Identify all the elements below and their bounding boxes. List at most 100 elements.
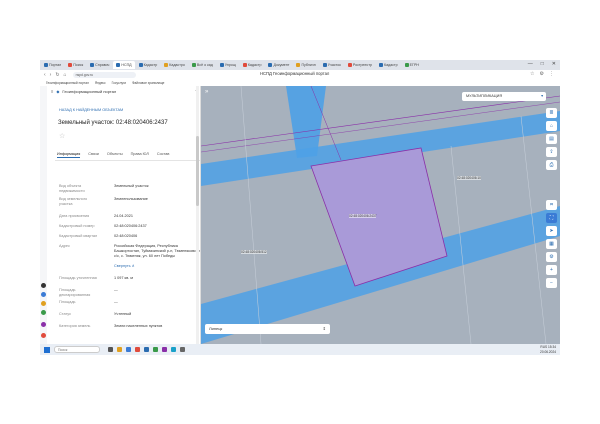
tab-favicon-icon: [164, 63, 169, 67]
tab-links[interactable]: Связи: [88, 152, 99, 158]
browser-tab[interactable]: Документ: [265, 61, 292, 69]
bookmark-item[interactable]: Файловое хранилище: [132, 81, 164, 85]
home-icon[interactable]: ⌂: [546, 121, 557, 131]
browser-tab[interactable]: Поиск: [65, 61, 86, 69]
base-layer-select[interactable]: Липецк ⇕: [205, 324, 330, 334]
browser-tab[interactable]: Кадастр: [136, 61, 161, 69]
object-info-panel: ≡ ◆ Геоинформационный портал ‹ НАЗАД К Н…: [47, 86, 201, 344]
browser-tab[interactable]: Упрощ: [217, 61, 239, 69]
telegram-app-icon[interactable]: [171, 347, 176, 352]
sidebar-app-icon[interactable]: [41, 322, 46, 327]
tab-favicon-icon: [378, 63, 383, 67]
portal-logo-icon: ◆: [56, 89, 60, 94]
tab-divider: [55, 160, 200, 161]
taskbar-search[interactable]: Поиск: [54, 346, 100, 353]
url-input[interactable]: nspd.gov.ru: [72, 71, 136, 78]
system-tray[interactable]: RUS 15:34 20.06.2024: [540, 345, 556, 354]
map-mode-select[interactable]: МУЛЬТИПЛИКАЦИЯ ▾: [462, 92, 546, 101]
star-icon[interactable]: ☆: [530, 71, 534, 77]
browser-tab[interactable]: Кадастро: [161, 61, 188, 69]
tab-objects[interactable]: Объекты: [107, 152, 123, 158]
browser-app-icon[interactable]: [126, 347, 131, 352]
tab-label: Кадастро: [169, 63, 185, 67]
layers-icon[interactable]: ≣: [546, 108, 557, 118]
app-icon[interactable]: [180, 347, 185, 352]
zoom-in-icon[interactable]: +: [546, 265, 557, 275]
info-key: Площадь: [59, 300, 76, 304]
browser-tab[interactable]: Всё о кад: [189, 61, 216, 69]
tab-favicon-icon: [219, 63, 224, 67]
browser-tab[interactable]: Кадастр: [240, 61, 265, 69]
back-icon[interactable]: ‹: [44, 72, 46, 78]
maximize-button[interactable]: □: [541, 61, 544, 67]
page-title: НСПД Геоинформационный портал: [260, 71, 330, 76]
app-icon[interactable]: [162, 347, 167, 352]
browser-tab[interactable]: Ростреестр: [345, 61, 375, 69]
windows-start-icon[interactable]: [44, 346, 50, 353]
map-mode-value: МУЛЬТИПЛИКАЦИЯ: [466, 94, 503, 98]
minimize-button[interactable]: —: [528, 61, 533, 67]
bookmark-item[interactable]: Геоинформационный портал: [46, 81, 89, 85]
tab-label: Участок: [327, 63, 341, 67]
print-icon[interactable]: ⎙: [546, 160, 557, 170]
settings-icon[interactable]: ⚙: [546, 252, 557, 262]
share-icon[interactable]: ⇪: [546, 147, 557, 157]
browser-tab[interactable]: Публичн: [293, 61, 318, 69]
legend-icon[interactable]: ▤: [546, 134, 557, 144]
sidebar-app-icon[interactable]: [41, 283, 46, 288]
tab-label: Ростреестр: [352, 63, 372, 67]
taskbar-apps: [108, 347, 185, 352]
sidebar-app-icon[interactable]: [41, 310, 46, 315]
browser-tab[interactable]: Кадастр: [376, 61, 401, 69]
browser-tab[interactable]: Справоч: [87, 61, 112, 69]
info-key: Категория земель: [59, 324, 91, 328]
tab-favicon-icon: [191, 63, 196, 67]
browser-tab[interactable]: НСПД: [113, 61, 135, 69]
bookmark-item[interactable]: Госуслуги: [112, 81, 126, 85]
locate-icon[interactable]: ➤: [546, 226, 557, 236]
info-value: 1 097 кв. м: [114, 276, 133, 280]
tab-label: Кадастр: [383, 63, 398, 67]
close-window-button[interactable]: ✕: [552, 61, 556, 67]
back-to-results-link[interactable]: НАЗАД К НАЙДЕННЫМ ОБЪЕКТАМ: [59, 108, 123, 112]
sidebar-app-icon[interactable]: [41, 333, 46, 338]
extensions-icon[interactable]: ⚙: [540, 71, 544, 77]
map-view[interactable]: 02:48:020406:2437 02:48:020406:512 02:48…: [201, 86, 560, 344]
file-explorer-icon[interactable]: [117, 347, 122, 352]
forward-icon[interactable]: ›: [50, 72, 52, 78]
tab-rights[interactable]: Права ЮЛ: [131, 152, 149, 158]
tab-label: Поиск: [73, 63, 84, 67]
tab-favicon-icon: [296, 63, 301, 67]
sidebar-app-icon[interactable]: [41, 301, 46, 306]
legend-panel-icon[interactable]: ▦: [546, 239, 557, 249]
home-icon[interactable]: ⌂: [64, 72, 67, 78]
info-value: Учтенный: [114, 312, 132, 316]
word-app-icon[interactable]: [144, 347, 149, 352]
fullscreen-icon[interactable]: ⛶: [546, 213, 557, 223]
excel-app-icon[interactable]: [153, 347, 158, 352]
yandex-app-icon[interactable]: [135, 347, 140, 352]
zoom-out-icon[interactable]: −: [546, 278, 557, 288]
panel-scrollbar[interactable]: [196, 86, 199, 344]
collapse-link[interactable]: Свернуть ∧: [114, 264, 200, 269]
sidebar-app-icon[interactable]: [41, 292, 46, 297]
measure-icon[interactable]: ⌗: [546, 200, 557, 210]
expand-panel-icon[interactable]: »: [205, 89, 208, 95]
browser-tab[interactable]: ЕГРН: [402, 61, 422, 69]
menu-icon[interactable]: ⋮: [549, 71, 554, 77]
task-view-icon[interactable]: [108, 347, 113, 352]
scrollbar-thumb[interactable]: [196, 136, 199, 206]
info-value: 02:48:020406: [114, 234, 138, 238]
tab-composition[interactable]: Состав: [157, 152, 170, 158]
menu-icon[interactable]: ≡: [51, 89, 53, 94]
panel-tabs: Информация Связи Объекты Права ЮЛ Состав: [57, 152, 200, 158]
bookmark-item[interactable]: Яндекс: [95, 81, 106, 85]
reload-icon[interactable]: ↻: [55, 72, 59, 78]
keyboard-lang[interactable]: RUS: [540, 345, 547, 349]
browser-tab[interactable]: Портал: [41, 61, 64, 69]
browser-tab[interactable]: Участок: [320, 61, 344, 69]
info-key: Вид объекта недвижимости: [59, 184, 85, 193]
favorite-star-icon[interactable]: ☆: [59, 132, 65, 140]
info-key: Кадастровый номер: [59, 224, 95, 228]
tab-info[interactable]: Информация: [57, 152, 81, 158]
